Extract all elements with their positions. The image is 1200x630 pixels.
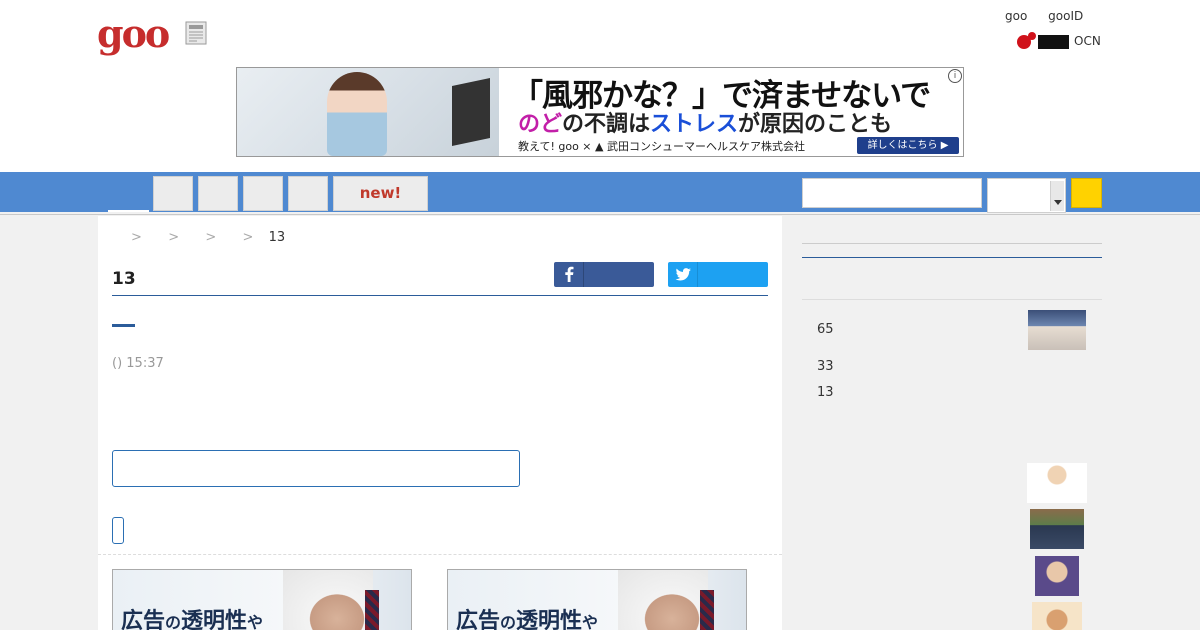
search-input[interactable] (802, 178, 982, 208)
ad-sponsor-line: 教えて! goo × ▲ 武田コンシューマーヘルスケア株式会社 (518, 140, 805, 153)
ocn-label: OCN (1074, 34, 1101, 48)
top-ad-banner[interactable]: 「風邪かな？」で済ませないで のどの不調はストレスが原因のことも 教えて! go… (236, 67, 964, 157)
breadcrumb-separator: > (242, 230, 254, 245)
ad-info-icon[interactable]: i (948, 69, 962, 83)
sidebar-header-rule (802, 257, 1102, 258)
ad-photo (237, 68, 499, 156)
facebook-share-button[interactable] (554, 262, 654, 287)
ad-card-image-tie (365, 590, 379, 630)
ranking-thumbnail[interactable] (1030, 509, 1084, 549)
ranking-item-1[interactable]: 65 (817, 322, 834, 337)
twitter-icon (675, 268, 691, 281)
ad-details-button[interactable]: 詳しくはこちら ▶ (857, 137, 959, 154)
goo-logo[interactable]: goo (97, 12, 170, 56)
nav-tab-1[interactable] (153, 176, 193, 211)
ranking-thumbnail[interactable] (1035, 556, 1079, 596)
ranking-thumbnail[interactable] (1028, 310, 1086, 350)
chevron-down-icon (1050, 181, 1064, 211)
main-nav: new! (0, 172, 1200, 213)
nav-tab-3[interactable] (243, 176, 283, 211)
nav-tab-2[interactable] (198, 176, 238, 211)
nav-tab-active[interactable] (108, 172, 149, 212)
page-title: 13 (112, 269, 136, 289)
article-timestamp: () 15:37 (112, 356, 164, 371)
ranking-thumbnail[interactable] (1027, 463, 1087, 503)
ocn-link[interactable]: OCN (1017, 30, 1101, 52)
site-header: goo goo gooID OCN 「風邪かな？」で済ませないで のどの不調はス… (0, 0, 1200, 172)
comment-input[interactable] (112, 450, 520, 487)
breadcrumb-separator: > (168, 230, 180, 245)
twitter-share-button[interactable] (668, 262, 768, 287)
ad-monitor-image (452, 77, 490, 147)
ad-card-image-tie (700, 590, 714, 630)
ad-card[interactable]: 広告の透明性や (112, 569, 412, 630)
facebook-icon (565, 266, 574, 282)
search-category-select[interactable] (987, 178, 1066, 213)
ranking-thumbnail[interactable] (1032, 602, 1082, 630)
breadcrumb-separator: > (205, 230, 217, 245)
ad-card-image (283, 570, 373, 630)
breadcrumb-separator: > (131, 230, 142, 245)
ad-card[interactable]: 広告の透明性や (447, 569, 747, 630)
ranking-item-2[interactable]: 33 (817, 359, 834, 374)
goo-link[interactable]: goo (1005, 9, 1027, 23)
nav-tab-4[interactable] (288, 176, 328, 211)
ad-card-text: 広告の透明性や (121, 609, 264, 630)
nav-divider (0, 214, 1200, 215)
sidebar-divider (802, 243, 1102, 244)
search-button[interactable] (1071, 178, 1102, 208)
article-panel: > > > > 13 13 () 15:37 広告の透明性や 広告の透明性や (98, 216, 782, 630)
ranking-item-3[interactable]: 13 (817, 385, 834, 400)
nav-tab-new[interactable]: new! (333, 176, 428, 211)
ad-card-image (618, 570, 708, 630)
top-links: goo gooID (1005, 9, 1100, 23)
sidebar-divider (802, 299, 1102, 300)
content-divider (98, 554, 782, 555)
ocn-logo-icon (1017, 32, 1069, 49)
gooid-link[interactable]: gooID (1048, 9, 1083, 23)
ad-person-image (327, 72, 387, 156)
title-divider (112, 295, 768, 296)
breadcrumb: > > > > 13 (120, 230, 285, 245)
newspaper-icon[interactable] (183, 20, 210, 46)
ad-card-text: 広告の透明性や (456, 609, 599, 630)
breadcrumb-current: 13 (268, 230, 286, 245)
section-marker (112, 324, 135, 327)
ad-subheadline: のどの不調はストレスが原因のことも (518, 112, 893, 137)
small-toggle-button[interactable] (112, 517, 124, 544)
